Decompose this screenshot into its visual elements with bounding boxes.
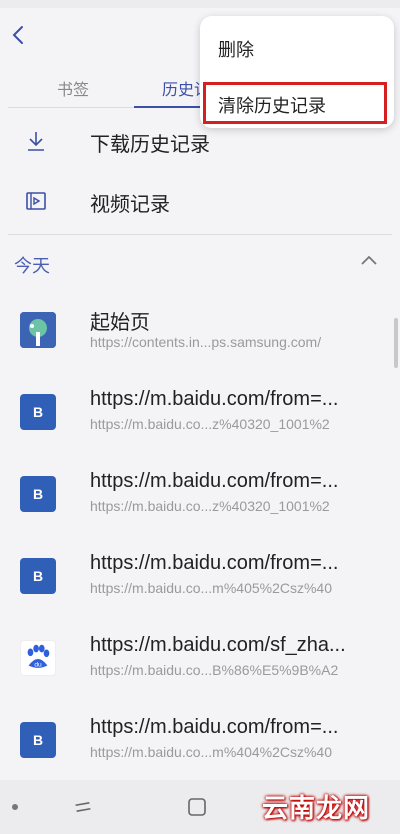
- status-bar: [0, 0, 400, 8]
- history-item-title: https://m.baidu.com/from=...: [90, 470, 339, 492]
- divider: [8, 234, 392, 235]
- baidu-b-icon: B: [20, 722, 56, 758]
- history-item-url: https://contents.in...ps.samsung.com/: [90, 334, 322, 350]
- history-item-url: https://m.baidu.co...z%40320_1001%2: [90, 416, 330, 432]
- history-item-title: https://m.baidu.com/from=...: [90, 716, 339, 738]
- home-icon[interactable]: [186, 796, 208, 818]
- tab-bookmarks[interactable]: 书签: [8, 76, 138, 100]
- history-item[interactable]: 起始页 https://contents.in...ps.samsung.com…: [0, 294, 400, 376]
- section-title: 今天: [14, 256, 50, 276]
- svg-text:du: du: [34, 662, 42, 669]
- download-icon: [28, 132, 44, 151]
- recent-apps-icon[interactable]: [72, 796, 94, 818]
- history-item-title: https://m.baidu.com/sf_zha...: [90, 634, 346, 656]
- overflow-menu: 删除 清除历史记录: [200, 16, 394, 128]
- video-history-label: 视频记录: [90, 194, 170, 216]
- back-arrow-icon[interactable]: [8, 24, 30, 46]
- history-item[interactable]: du https://m.baidu.com/sf_zha... https:/…: [0, 622, 400, 704]
- menu-item-delete[interactable]: 删除: [218, 36, 254, 62]
- history-item-url: https://m.baidu.co...B%86%E5%9B%A2: [90, 662, 339, 678]
- watermark-logo: 云南龙网: [262, 793, 371, 823]
- history-item[interactable]: B https://m.baidu.com/from=... https://m…: [0, 540, 400, 622]
- section-today[interactable]: 今天: [0, 240, 400, 284]
- history-item-title: https://m.baidu.com/from=...: [90, 388, 339, 410]
- history-item-title: 起始页: [90, 312, 150, 334]
- history-item-url: https://m.baidu.co...z%40320_1001%2: [90, 498, 330, 514]
- samsung-start-icon: [20, 312, 56, 348]
- history-item[interactable]: B https://m.baidu.com/from=... https://m…: [0, 704, 400, 786]
- download-history-label: 下载历史记录: [90, 134, 210, 156]
- baidu-b-icon: B: [20, 476, 56, 512]
- baidu-b-icon: B: [20, 558, 56, 594]
- baidu-paw-icon: du: [20, 640, 56, 676]
- history-item-url: https://m.baidu.co...m%404%2Csz%40: [90, 744, 333, 760]
- history-item[interactable]: B https://m.baidu.com/from=... https://m…: [0, 458, 400, 540]
- scrollbar[interactable]: [394, 318, 398, 368]
- nav-dot-icon[interactable]: [12, 804, 18, 810]
- history-item[interactable]: B https://m.baidu.com/from=... https://m…: [0, 376, 400, 458]
- history-item-title: https://m.baidu.com/from=...: [90, 552, 339, 574]
- baidu-b-icon: B: [20, 394, 56, 430]
- video-icon: [26, 192, 46, 210]
- video-history-row[interactable]: 视频记录: [0, 172, 400, 230]
- chevron-up-icon[interactable]: [360, 254, 378, 266]
- highlight-box: [203, 82, 387, 124]
- history-item-url: https://m.baidu.co...m%405%2Csz%40: [90, 580, 333, 596]
